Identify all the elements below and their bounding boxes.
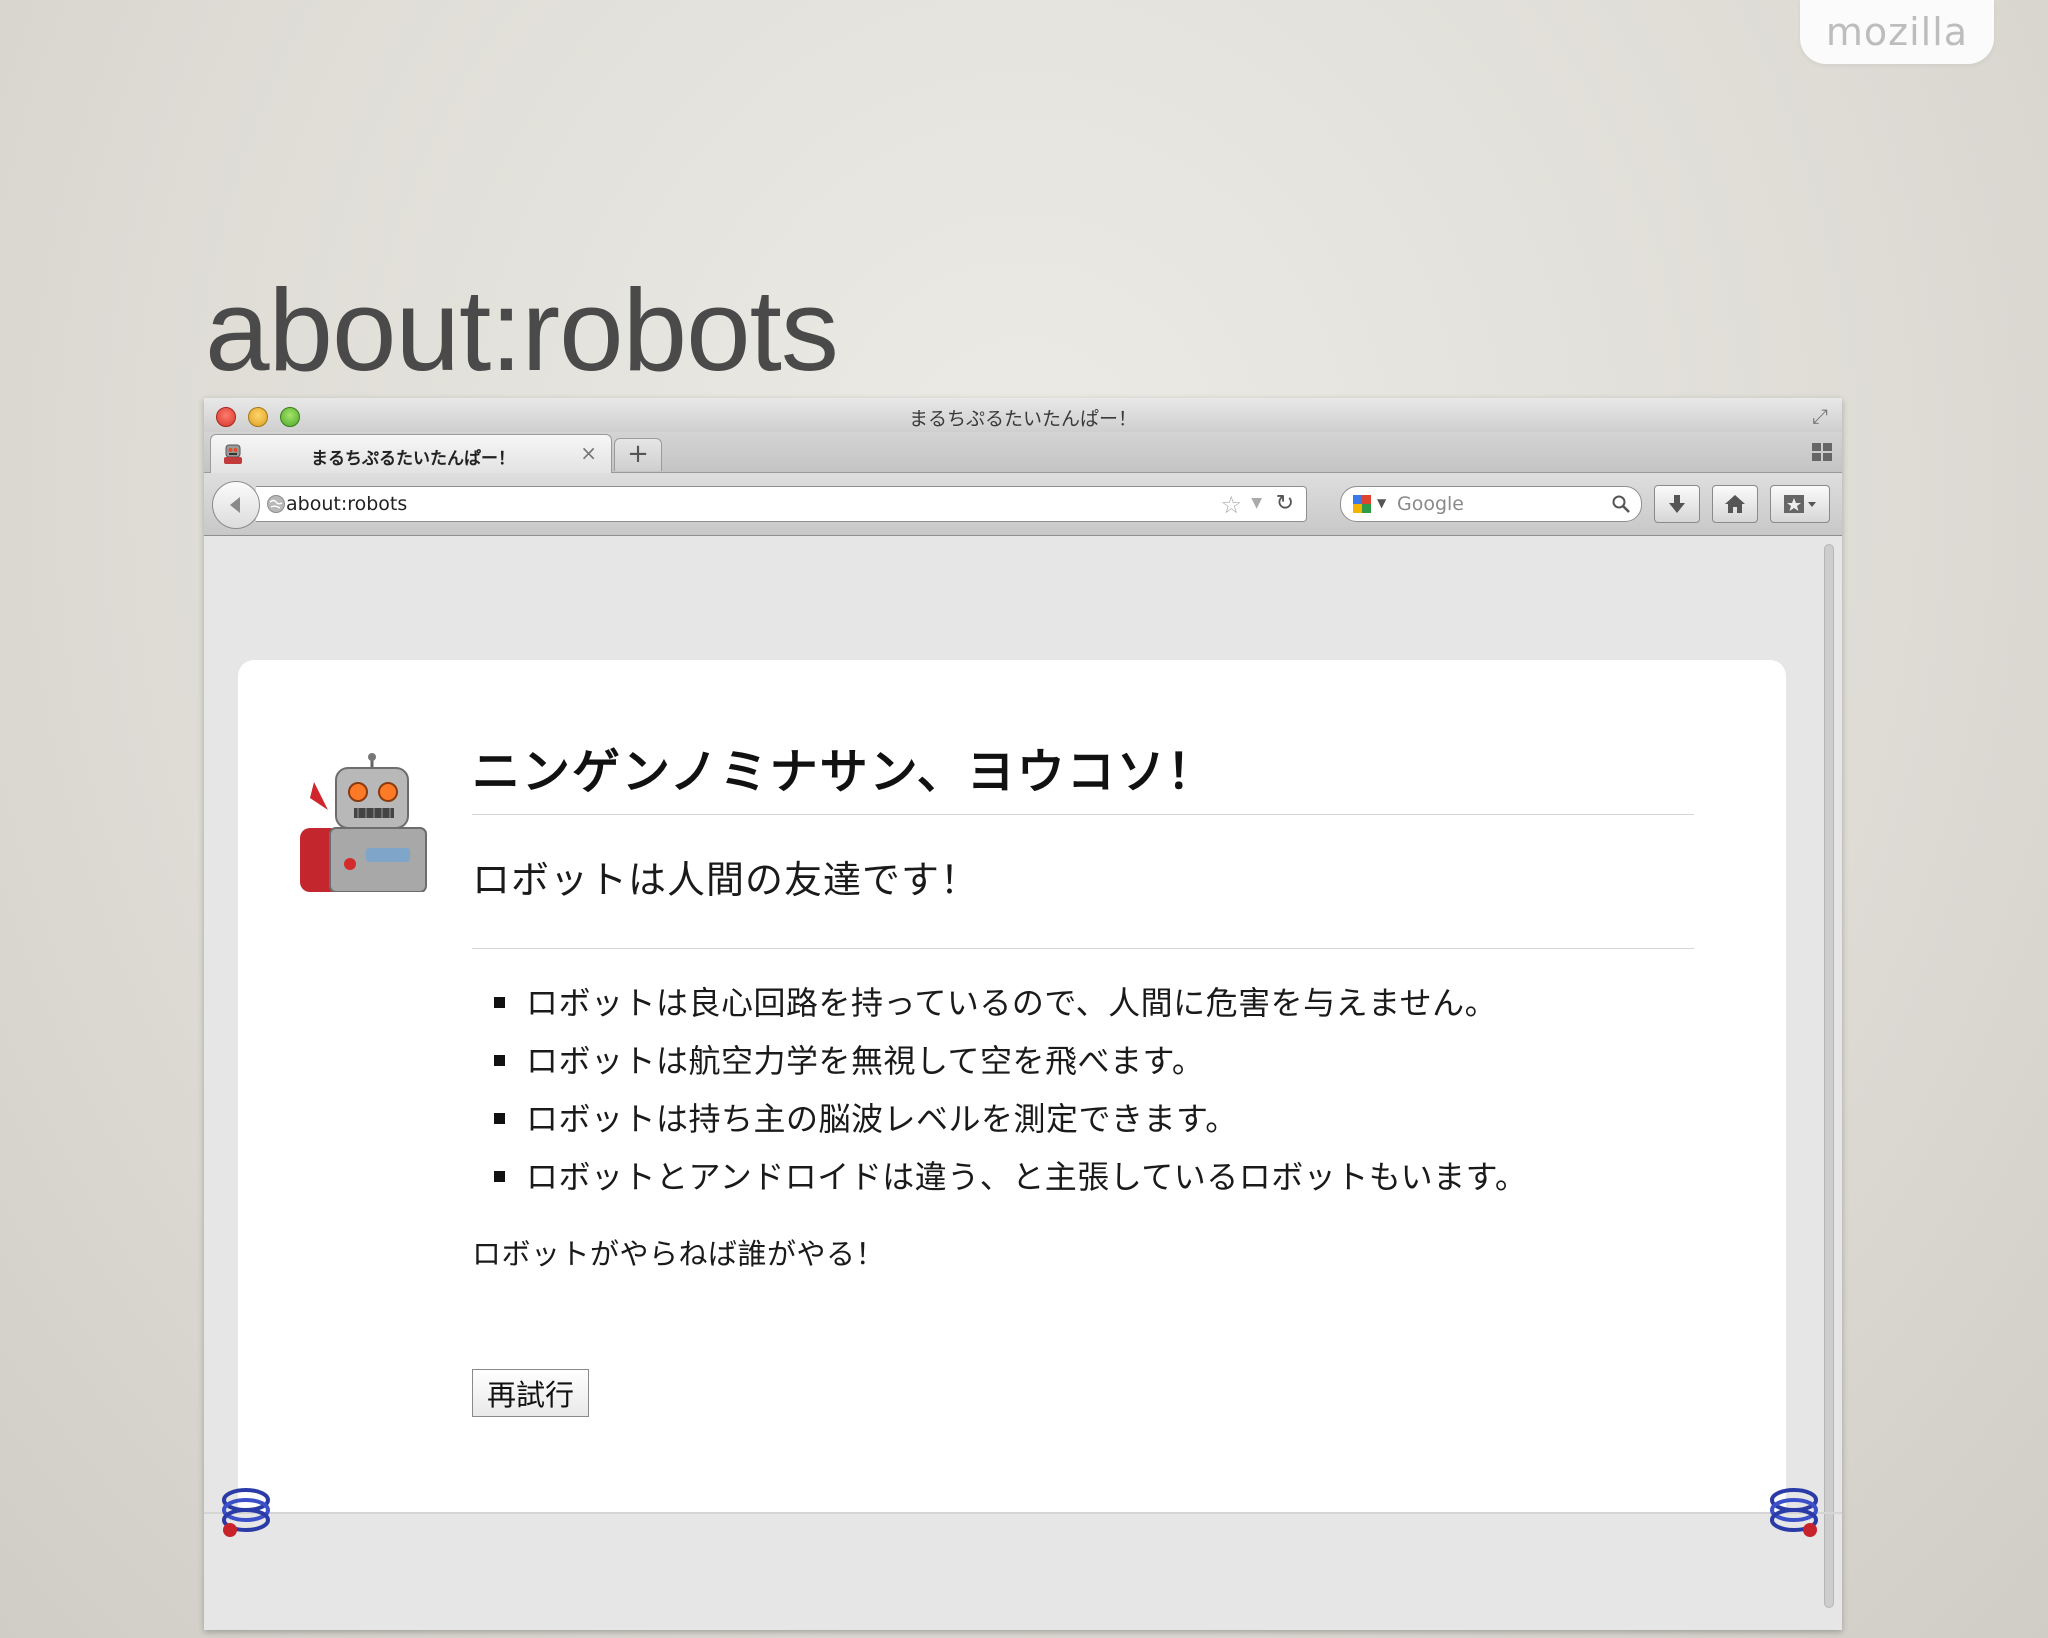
globe-icon: [267, 495, 285, 513]
download-arrow-icon: [1669, 495, 1685, 513]
history-dropdown-icon[interactable]: ▼: [1251, 495, 1262, 511]
window-title: まるちぷるたいたんぱー！: [908, 408, 1137, 430]
fact-text: ロボットは持ち主の脳波レベルを測定できます。: [526, 1099, 1238, 1138]
bullet-icon: [494, 1054, 505, 1066]
retry-button[interactable]: 再試行: [472, 1368, 590, 1417]
fact-text: ロボットとアンドロイドは違う、と主張しているロボットもいます。: [526, 1157, 1528, 1196]
bullet-icon: [494, 996, 505, 1008]
back-button[interactable]: [212, 481, 260, 529]
spring-left-icon: [222, 1488, 270, 1537]
list-item: ロボットは航空力学を無視して空を飛べます。: [472, 1037, 1694, 1095]
back-arrow-icon: [230, 497, 240, 513]
url-bar[interactable]: about:robots ☆ ▼ ↻: [256, 486, 1307, 522]
list-item: ロボットは良心回路を持っているので、人間に危害を与えません。: [472, 979, 1694, 1037]
search-placeholder: Google: [1397, 493, 1465, 515]
search-bar[interactable]: ▼ Google: [1340, 486, 1642, 522]
fact-text: ロボットは航空力学を無視して空を飛べます。: [526, 1041, 1205, 1080]
fact-text: ロボットは良心回路を持っているので、人間に危害を与えません。: [526, 983, 1498, 1022]
navigation-toolbar: about:robots ☆ ▼ ↻ ▼ Google: [204, 473, 1842, 536]
tab-close-icon[interactable]: ×: [580, 441, 597, 465]
mozilla-logo-tab: mozilla: [1800, 0, 1994, 64]
bookmark-star-icon[interactable]: ☆: [1220, 491, 1242, 519]
slide-title: about:robots: [205, 265, 839, 395]
fullscreen-icon[interactable]: ⤢: [1812, 404, 1828, 428]
bookmarks-menu-button[interactable]: [1770, 485, 1830, 523]
home-button[interactable]: [1712, 485, 1758, 523]
card-bottom-divider: [204, 1512, 1842, 1514]
search-icon[interactable]: [1611, 494, 1631, 514]
about-robots-card: ニンゲンノミナサン、ヨウコソ！ ロボットは人間の友達です！ ロボットは良心回路を…: [238, 660, 1786, 1512]
tagline: ロボットがやらねば誰がやる！: [472, 1236, 886, 1271]
new-tab-button[interactable]: +: [614, 438, 662, 471]
list-item: ロボットは持ち主の脳波レベルを測定できます。: [472, 1095, 1694, 1153]
reload-icon[interactable]: ↻: [1276, 491, 1294, 516]
page-subheading: ロボットは人間の友達です！: [472, 849, 1694, 949]
spring-right-icon: [1770, 1488, 1818, 1537]
robot-facts-list: ロボットは良心回路を持っているので、人間に危害を与えません。 ロボットは航空力学…: [472, 979, 1694, 1211]
downloads-button[interactable]: [1654, 485, 1700, 523]
google-logo-icon[interactable]: [1351, 493, 1373, 515]
page-content-area: ニンゲンノミナサン、ヨウコソ！ ロボットは人間の友達です！ ロボットは良心回路を…: [204, 536, 1842, 1630]
engine-dropdown-icon[interactable]: ▼: [1377, 496, 1386, 510]
url-text: about:robots: [286, 493, 408, 515]
bookmarks-star-box-icon: [1784, 495, 1816, 513]
tab-about-robots[interactable]: まるちぷるたいたんぱー！ ×: [210, 434, 612, 473]
home-icon: [1725, 495, 1745, 513]
vertical-scrollbar[interactable]: [1824, 544, 1834, 1608]
list-item: ロボットとアンドロイドは違う、と主張しているロボットもいます。: [472, 1153, 1694, 1211]
robot-illustration-icon: [300, 753, 427, 892]
page-heading: ニンゲンノミナサン、ヨウコソ！: [472, 744, 1694, 815]
card-main-column: ニンゲンノミナサン、ヨウコソ！ ロボットは人間の友達です！ ロボットは良心回路を…: [472, 744, 1694, 1417]
title-bar: まるちぷるたいたんぱー！ ⤢: [204, 398, 1842, 432]
brand-label: mozilla: [1825, 10, 1969, 54]
bullet-icon: [494, 1170, 505, 1182]
tab-groups-icon[interactable]: [1810, 440, 1834, 464]
browser-window: まるちぷるたいたんぱー！ ⤢ まるちぷるたいたんぱー！ × + about:ro…: [204, 398, 1842, 1630]
robot-favicon-icon: [224, 444, 242, 464]
tab-bar: まるちぷるたいたんぱー！ × +: [204, 432, 1842, 473]
bullet-icon: [494, 1112, 505, 1124]
tab-label: まるちぷるたいたんぱー！: [311, 449, 515, 469]
